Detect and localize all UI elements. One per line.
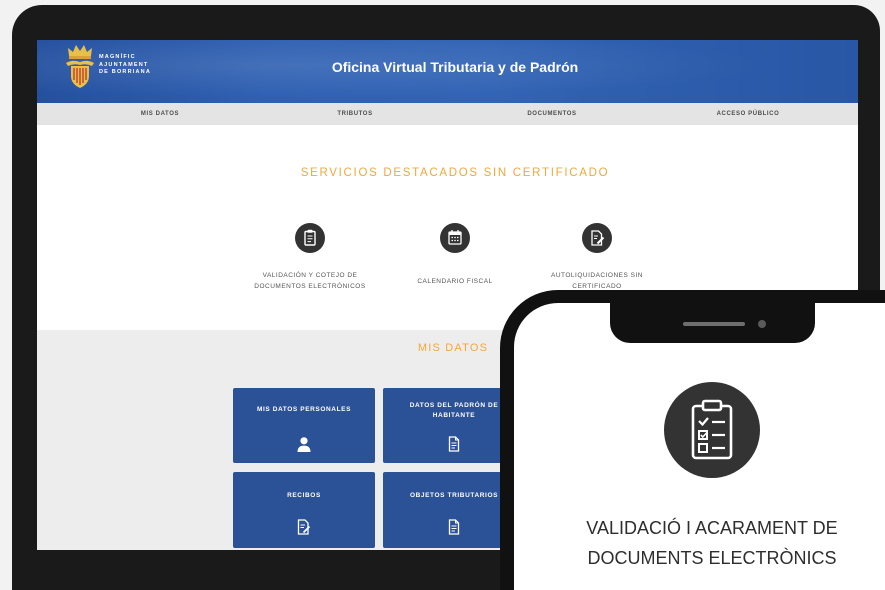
phone-mockup: VALIDACIÓ I ACARAMENT DE DOCUMENTS ELECT… bbox=[500, 290, 885, 590]
service-label-line: AUTOLIQUIDACIONES SIN bbox=[550, 272, 643, 279]
service-calendario-fiscal[interactable]: CALENDARIO FISCAL bbox=[385, 223, 525, 333]
phone-service-title: VALIDACIÓ I ACARAMENT DE DOCUMENTS ELECT… bbox=[542, 513, 882, 573]
nav-item-documentos[interactable]: DOCUMENTOS bbox=[472, 103, 632, 125]
clipboard-checklist-icon bbox=[664, 382, 760, 478]
speaker-icon bbox=[683, 322, 745, 326]
service-label-line: DOCUMENTOS ELECTRÓNICOS bbox=[254, 283, 366, 290]
nav-item-mis-datos[interactable]: MIS DATOS bbox=[80, 103, 240, 125]
service-validacion-cotejo[interactable]: VALIDACIÓN Y COTEJO DE DOCUMENTOS ELECTR… bbox=[240, 223, 380, 333]
phone-title-line: DOCUMENTS ELECTRÒNICS bbox=[587, 548, 837, 568]
document-icon bbox=[448, 436, 460, 452]
nav-item-tributos[interactable]: TRIBUTOS bbox=[275, 103, 435, 125]
logo-line: DE BORRIANA bbox=[99, 69, 152, 75]
service-label-line: CALENDARIO FISCAL bbox=[417, 278, 493, 285]
document-icon bbox=[448, 519, 460, 535]
user-icon bbox=[296, 436, 312, 452]
tile-label: RECIBOS bbox=[233, 491, 375, 501]
clipboard-icon[interactable] bbox=[295, 223, 325, 253]
nav-item-acceso-publico[interactable]: ACCESO PÚBLICO bbox=[668, 103, 828, 125]
featured-services-heading: SERVICIOS DESTACADOS SIN CERTIFICADO bbox=[300, 167, 610, 179]
service-label-line: VALIDACIÓN Y COTEJO DE bbox=[262, 272, 358, 279]
tile-label: MIS DATOS PERSONALES bbox=[233, 405, 375, 415]
calendar-icon[interactable] bbox=[440, 223, 470, 253]
receipt-icon bbox=[297, 519, 311, 535]
tile-mis-datos-personales[interactable]: MIS DATOS PERSONALES bbox=[233, 388, 375, 463]
tile-label-line: MIS DATOS PERSONALES bbox=[256, 406, 352, 413]
service-label: CALENDARIO FISCAL bbox=[385, 276, 525, 287]
phone-title-line: VALIDACIÓ I ACARAMENT DE bbox=[586, 518, 838, 538]
coat-of-arms-icon[interactable] bbox=[65, 43, 95, 89]
main-nav: MIS DATOS TRIBUTOS DOCUMENTOS ACCESO PÚB… bbox=[37, 103, 858, 125]
logo-line: AJUNTAMENT bbox=[99, 61, 149, 68]
service-label: VALIDACIÓN Y COTEJO DE DOCUMENTOS ELECTR… bbox=[240, 270, 380, 292]
page-title: Oficina Virtual Tributaria y de Padrón bbox=[331, 59, 579, 75]
tile-recibos[interactable]: RECIBOS bbox=[233, 472, 375, 548]
tile-label-line: RECIBOS bbox=[287, 492, 321, 499]
site-header: MAGNÍFIC AJUNTAMENT DE BORRIANA Oficina … bbox=[37, 40, 858, 103]
document-edit-icon[interactable] bbox=[582, 223, 612, 253]
logo-line: MAGNÍFIC bbox=[99, 54, 136, 60]
service-label: AUTOLIQUIDACIONES SIN CERTIFICADO bbox=[527, 270, 667, 292]
municipality-name[interactable]: MAGNÍFIC AJUNTAMENT DE BORRIANA bbox=[99, 54, 151, 77]
camera-icon bbox=[758, 320, 766, 328]
